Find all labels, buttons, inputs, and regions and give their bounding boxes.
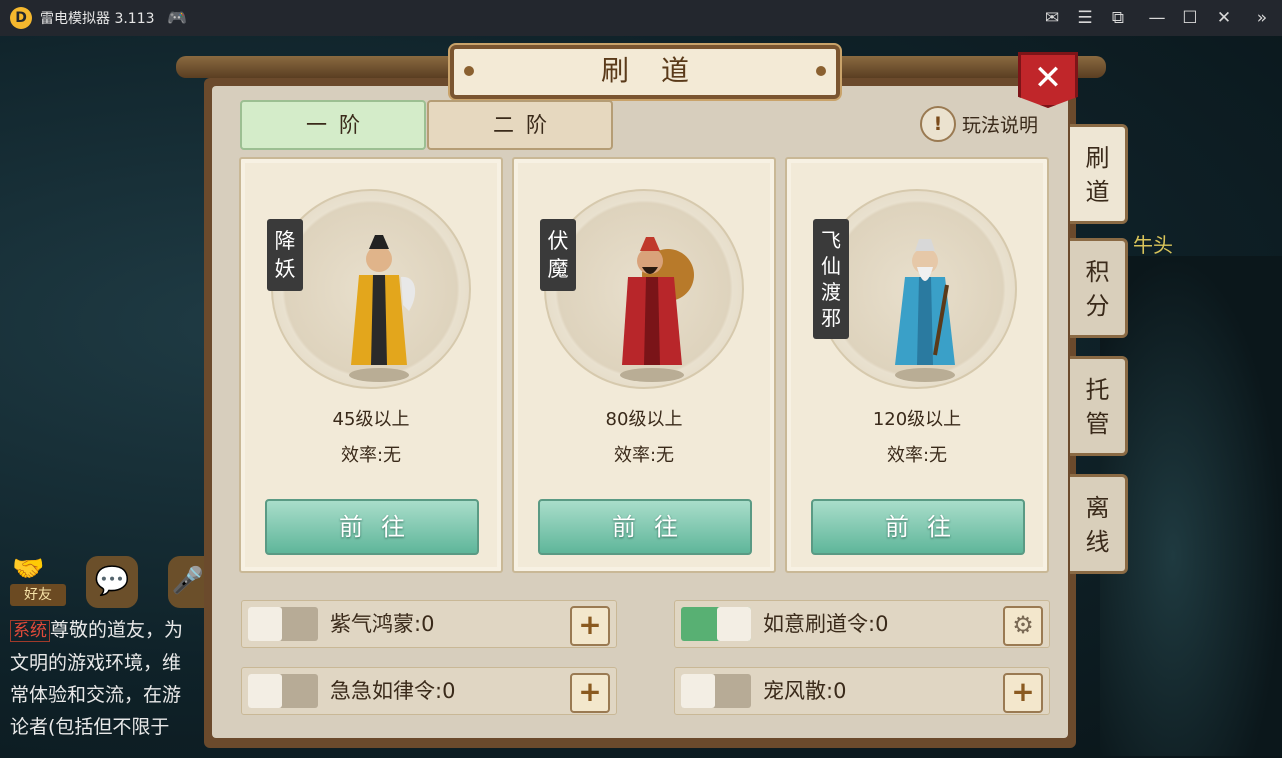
- info-icon: !: [920, 106, 956, 142]
- close-icon[interactable]: ✕: [1212, 6, 1236, 30]
- card-level: 120级以上: [872, 409, 962, 430]
- menu-icon[interactable]: ☰: [1073, 6, 1097, 30]
- item-label: 紫气鸿蒙:0: [330, 612, 435, 636]
- toggle-switch[interactable]: [681, 674, 751, 708]
- card-name: 伏魔: [540, 219, 576, 291]
- side-tab-label: 刷道: [1085, 144, 1110, 206]
- panel-title-plaque: 刷道: [450, 45, 840, 99]
- plus-icon[interactable]: +: [570, 606, 610, 646]
- microphone-icon[interactable]: 🎤: [168, 556, 208, 608]
- toggle-switch[interactable]: [248, 607, 318, 641]
- handshake-icon[interactable]: 🤝: [12, 554, 44, 584]
- chat-line: 常体验和交流，在游: [10, 684, 182, 706]
- minimize-icon[interactable]: —: [1145, 6, 1169, 30]
- item-label: 如意刷道令:0: [763, 612, 889, 636]
- help-button[interactable]: ! 玩法说明: [920, 106, 1038, 142]
- system-tag: 系统: [10, 620, 50, 642]
- go-button[interactable]: 前往: [538, 499, 752, 555]
- go-button[interactable]: 前往: [265, 499, 479, 555]
- system-chat: 系统 尊敬的道友，为 文明的游戏环境，维 常体验和交流，在游 论者(包括但不限于: [0, 614, 220, 758]
- panel-close-button[interactable]: ✕: [1018, 52, 1078, 108]
- item-row-jiji: 急急如律令:0 +: [241, 667, 617, 715]
- toggle-knob: [681, 674, 715, 708]
- character-figure-red: [620, 237, 694, 382]
- item-label: 宠风散:0: [763, 679, 847, 703]
- card-name: 降妖: [267, 219, 303, 291]
- card-name: 飞仙渡邪: [813, 219, 849, 339]
- side-tab-label: 离线: [1085, 494, 1110, 556]
- toggle-switch[interactable]: [681, 607, 751, 641]
- item-row-chongfeng: 宠风散:0 +: [674, 667, 1050, 715]
- tab-tier-two[interactable]: 二阶: [427, 100, 613, 150]
- panel-title: 刷道: [600, 54, 721, 87]
- window-title: 雷电模拟器 3.113: [40, 11, 155, 27]
- card-level: 80级以上: [605, 409, 683, 430]
- item-row-ruyi: 如意刷道令:0 ⚙: [674, 600, 1050, 648]
- item-label: 急急如律令:0: [330, 679, 456, 703]
- gear-icon[interactable]: ⚙: [1003, 606, 1043, 646]
- gamepad-icon[interactable]: 🎮: [167, 8, 187, 27]
- side-tab-shuadao[interactable]: 刷道: [1070, 124, 1128, 224]
- tab-tier-one[interactable]: 一阶: [240, 100, 426, 150]
- chat-bubble-icon[interactable]: 💬: [86, 556, 138, 608]
- card-efficiency: 效率:无: [340, 445, 402, 466]
- maximize-icon[interactable]: ☐: [1178, 6, 1202, 30]
- side-tab-label: 托管: [1085, 376, 1110, 438]
- character-figure-yellow: [349, 235, 416, 382]
- card-level: 45级以上: [332, 409, 410, 430]
- plus-icon[interactable]: +: [1003, 673, 1043, 713]
- emulator-titlebar: D 雷电模拟器 3.113 🎮 ✉ ☰ ⧉ — ☐ ✕ »: [0, 0, 1282, 36]
- chat-line: 论者(包括但不限于: [10, 716, 170, 738]
- side-tab-hosting[interactable]: 托管: [1070, 356, 1128, 456]
- help-label: 玩法说明: [962, 114, 1039, 137]
- toggle-knob: [248, 607, 282, 641]
- app-logo: D: [10, 7, 32, 29]
- card-fumo: 伏魔 80级以上 效率:无 前往: [512, 157, 776, 573]
- toggle-knob: [248, 674, 282, 708]
- toggle-knob: [717, 607, 751, 641]
- item-row-ziqi: 紫气鸿蒙:0 +: [241, 600, 617, 648]
- card-xiangyao: 降妖 45级以上 效率:无 前往: [239, 157, 503, 573]
- friends-button[interactable]: 好友: [10, 584, 66, 606]
- card-efficiency: 效率:无: [886, 445, 948, 466]
- mail-icon[interactable]: ✉: [1040, 6, 1064, 30]
- character-figure-blue: [895, 239, 955, 382]
- chat-line: 文明的游戏环境，维: [10, 652, 182, 674]
- card-feixian-duxie: 飞仙渡邪 120级以上 效率:无 前往: [785, 157, 1049, 573]
- side-tab-label: 积分: [1085, 258, 1110, 320]
- side-tab-points[interactable]: 积分: [1070, 238, 1128, 338]
- side-tab-offline[interactable]: 离线: [1070, 474, 1128, 574]
- toggle-switch[interactable]: [248, 674, 318, 708]
- collapse-icon[interactable]: »: [1250, 6, 1274, 30]
- plaque-stud: [816, 66, 826, 76]
- plus-icon[interactable]: +: [570, 673, 610, 713]
- chat-line: 尊敬的道友，为: [50, 619, 184, 641]
- card-efficiency: 效率:无: [613, 445, 675, 466]
- go-button[interactable]: 前往: [811, 499, 1025, 555]
- screenshot-icon[interactable]: ⧉: [1106, 6, 1130, 30]
- npc-name-label: 牛头: [1133, 233, 1173, 257]
